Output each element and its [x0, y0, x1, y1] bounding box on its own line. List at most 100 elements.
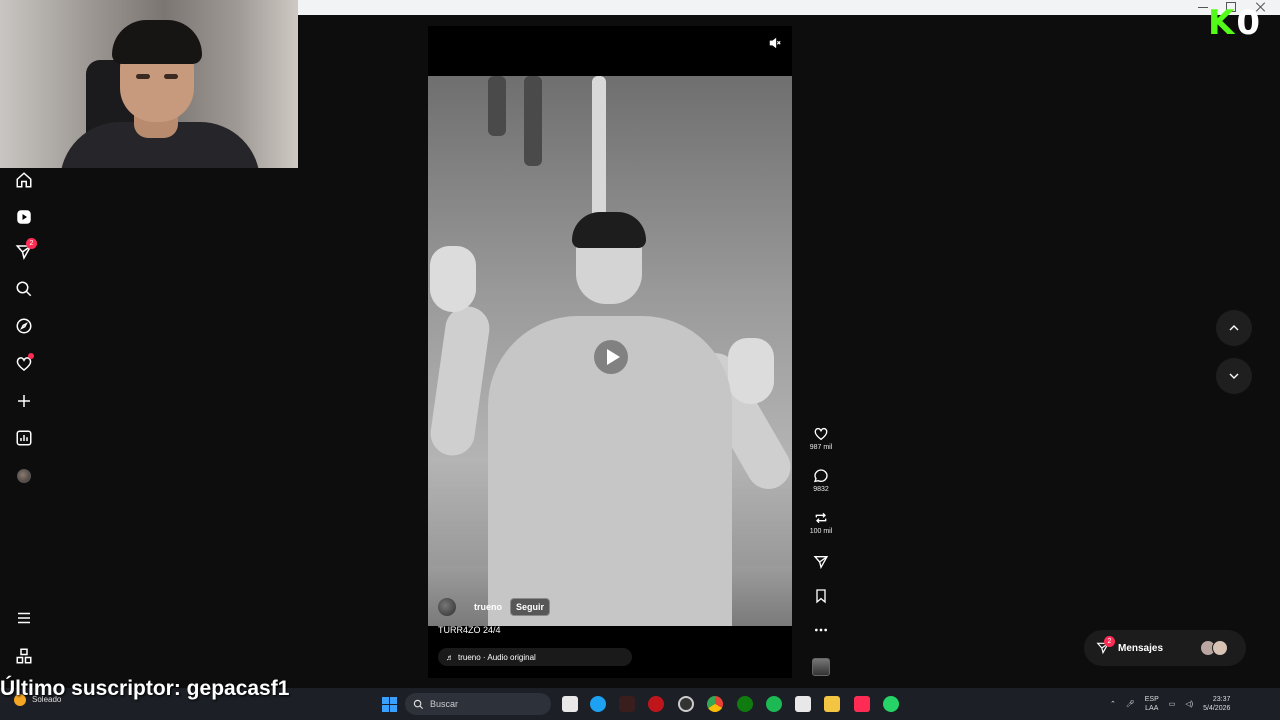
sidebar-item-explore[interactable]: [12, 314, 36, 338]
system-tray: ⌃ 🎤︎ ESP LAA ▭ ◁) 23:37 5/4/2026: [1110, 688, 1230, 720]
notification-dot: [28, 353, 34, 359]
clock[interactable]: 23:37 5/4/2026: [1203, 695, 1230, 713]
clock-date: 5/4/2026: [1203, 705, 1231, 712]
share-button[interactable]: [804, 554, 838, 570]
like-count: 987 mil: [809, 444, 833, 451]
wall-pipe: [488, 76, 506, 136]
sidebar-item-profile[interactable]: [12, 464, 36, 488]
spotify-icon[interactable]: [766, 696, 782, 712]
author-name[interactable]: trueno: [474, 602, 502, 612]
search-icon: [413, 699, 424, 709]
xbox-icon[interactable]: [737, 696, 753, 712]
author-avatar[interactable]: [438, 598, 456, 616]
last-subscriber-overlay: Último suscriptor: gepacasf1: [0, 677, 290, 700]
repost-icon: [815, 512, 827, 524]
webcam-hair: [112, 20, 202, 64]
webcam-overlay: [0, 0, 298, 168]
music-note-icon: ♬: [446, 652, 454, 662]
chevron-up-icon: [1229, 325, 1239, 331]
repost-button[interactable]: 100 mil: [804, 510, 838, 535]
next-video-button[interactable]: [1216, 358, 1252, 394]
sidebar-item-apps[interactable]: [12, 644, 36, 668]
sidebar-item-dashboard[interactable]: [12, 426, 36, 450]
sidebar-item-reels[interactable]: [12, 205, 36, 229]
network-icon[interactable]: ▭: [1169, 700, 1176, 708]
avatar: [17, 469, 31, 483]
search-placeholder: Buscar: [430, 699, 459, 709]
sidebar-item-menu[interactable]: [12, 606, 36, 630]
bookmark-icon: [816, 589, 826, 604]
audio-label: trueno · Audio original: [458, 652, 536, 662]
stream-logo: K 0: [1208, 3, 1261, 43]
plus-icon: [18, 395, 30, 407]
message-avatars: [1200, 640, 1230, 656]
video-player[interactable]: trueno Seguir TURR4ZO 24/4 ♬ trueno · Au…: [428, 26, 792, 678]
heart-icon: [814, 427, 828, 441]
sidebar-item-notifications[interactable]: [12, 352, 36, 376]
clock-time: 23:37: [1212, 696, 1231, 703]
wall-pipe: [524, 76, 542, 166]
tiktok-icon[interactable]: [854, 696, 870, 712]
sidebar-item-create[interactable]: [12, 389, 36, 413]
follow-button[interactable]: Seguir: [510, 598, 551, 616]
left-hand: [430, 246, 476, 312]
muted-speaker-icon: [769, 37, 781, 49]
play-button[interactable]: [594, 340, 628, 374]
more-options-button[interactable]: [804, 622, 838, 638]
repost-count: 100 mil: [809, 528, 833, 535]
messages-label: Mensajes: [1118, 642, 1164, 654]
language-indicator[interactable]: ESP LAA: [1145, 695, 1159, 713]
messages-badge: 2: [26, 238, 37, 249]
avatar: [1212, 640, 1228, 656]
app-icon[interactable]: [648, 696, 664, 712]
sidebar-item-messages[interactable]: 2: [12, 238, 37, 264]
comment-icon: [813, 469, 828, 483]
more-icon: [815, 628, 827, 632]
app-icon[interactable]: [795, 696, 811, 712]
chevron-up-icon[interactable]: ⌃: [1110, 700, 1116, 708]
play-icon: [606, 349, 620, 365]
apps-icon: [16, 648, 32, 664]
sidebar-item-search[interactable]: [12, 277, 36, 301]
comment-button[interactable]: 9832: [804, 468, 838, 493]
reels-icon: [17, 210, 31, 224]
taskbar-search[interactable]: Buscar: [405, 693, 551, 715]
left-arm: [428, 303, 493, 459]
compass-icon: [16, 318, 32, 334]
volume-icon[interactable]: ◁): [1185, 700, 1193, 708]
microphone-icon[interactable]: 🎤︎: [1126, 700, 1135, 708]
messages-button[interactable]: 2 Mensajes: [1084, 630, 1246, 666]
like-button[interactable]: 987 mil: [804, 426, 838, 451]
search-icon: [16, 281, 32, 297]
chrome-icon[interactable]: [707, 696, 723, 712]
edge-icon[interactable]: [590, 696, 606, 712]
dancer-hair: [572, 212, 646, 248]
sidebar-item-home[interactable]: [12, 168, 36, 192]
obs-icon[interactable]: [678, 696, 694, 712]
screen: 2 trueno Seguir TURR4ZO 24/4 ♬ trueno · …: [0, 0, 1280, 720]
mute-button[interactable]: [766, 34, 784, 52]
logo-letter-o: 0: [1236, 3, 1261, 43]
webcam-eye: [164, 74, 178, 79]
comment-count: 9832: [813, 486, 829, 493]
send-icon: [813, 556, 829, 570]
minimize-icon[interactable]: [1198, 2, 1208, 8]
save-button[interactable]: [804, 588, 838, 604]
right-hand: [728, 338, 774, 404]
home-icon: [16, 172, 32, 188]
folder-icon[interactable]: [824, 696, 840, 712]
audio-thumbnail[interactable]: [812, 658, 830, 676]
wall-pipe: [592, 76, 606, 226]
task-view-icon[interactable]: [562, 696, 578, 712]
start-button[interactable]: [382, 697, 397, 712]
left-sidebar: 2: [0, 168, 48, 688]
previous-video-button[interactable]: [1216, 310, 1252, 346]
audio-link[interactable]: ♬ trueno · Audio original: [438, 648, 632, 666]
chevron-down-icon: [1229, 373, 1239, 379]
whatsapp-icon[interactable]: [883, 696, 899, 712]
app-icon[interactable]: [619, 696, 635, 712]
video-caption: TURR4ZO 24/4: [438, 625, 501, 635]
chart-icon: [16, 430, 32, 446]
webcam-eye: [136, 74, 150, 79]
messages-pill-badge: 2: [1104, 636, 1115, 647]
